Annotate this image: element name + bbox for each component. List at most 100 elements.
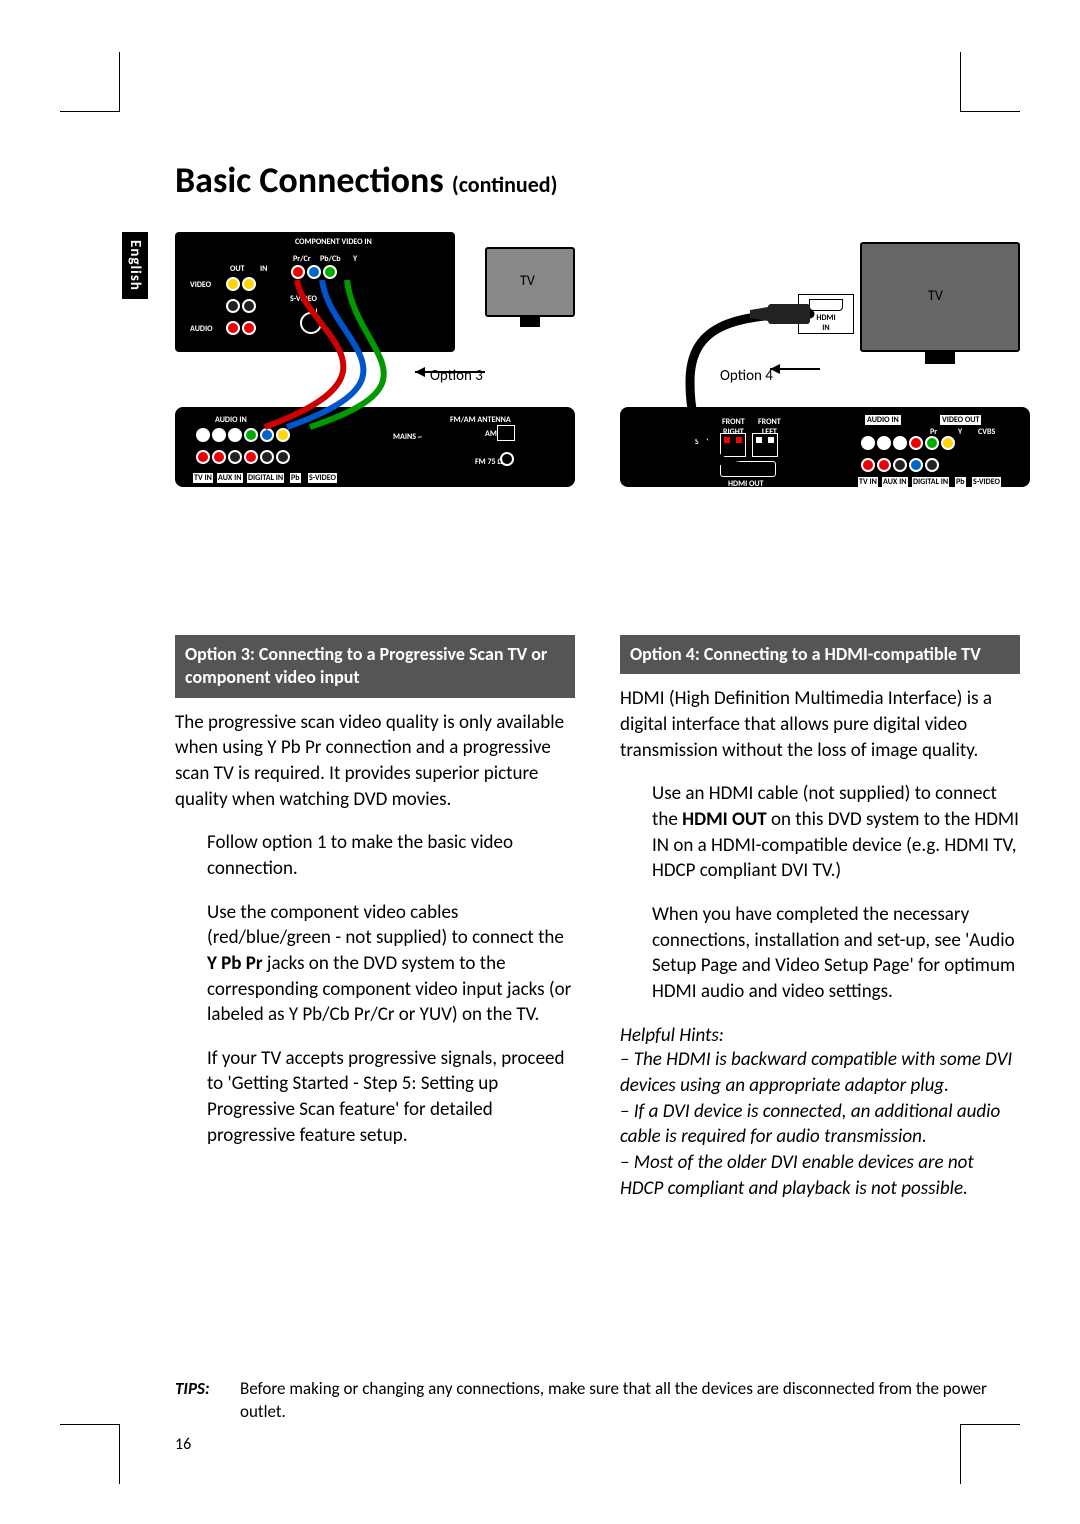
hint-3: – Most of the older DVI enable devices a… — [620, 1150, 1020, 1201]
step-3: If your TV accepts progressive signals, … — [175, 1046, 575, 1149]
jack-red-icon — [861, 458, 875, 472]
option-3-label: Option 3 — [430, 367, 483, 385]
jack-blue-icon — [909, 458, 923, 472]
svideo-jack-icon — [300, 312, 322, 334]
tips-label: TIPS: — [175, 1378, 240, 1424]
step-2-text: Use the component video cables (red/blue… — [207, 900, 575, 1028]
hdmi-in-port: HDMI IN — [798, 294, 854, 334]
option-3-header: Option 3: Connecting to a Progressive Sc… — [175, 635, 575, 698]
hdmi-slot-icon — [809, 299, 843, 311]
step-1r: Use an HDMI cable (not supplied) to conn… — [620, 781, 1020, 884]
option-4-label: Option 4 — [720, 367, 773, 385]
jack-red-icon — [291, 265, 305, 279]
jack-black-icon — [925, 458, 939, 472]
jack-blue-icon — [307, 265, 321, 279]
step-marker-icon — [175, 1046, 195, 1149]
label-svideo2: S-VIDEO — [308, 473, 337, 483]
jack-black-icon — [228, 450, 242, 464]
step-3-text: If your TV accepts progressive signals, … — [207, 1046, 575, 1149]
hdmi-out-port-icon — [720, 461, 776, 477]
label-pbcb: Pb/Cb — [320, 254, 341, 264]
hint-1: – The HDMI is backward compatible with s… — [620, 1047, 1020, 1098]
jack-icon — [893, 436, 907, 450]
speaker-terminal-icon — [752, 433, 778, 457]
jack-red-icon — [196, 450, 210, 464]
title-main: Basic Connections — [175, 158, 444, 202]
option-4-intro: HDMI (High Definition Multimedia Interfa… — [620, 686, 1020, 763]
label-hdmi-in: HDMI IN — [799, 313, 853, 333]
jack-red-icon — [877, 458, 891, 472]
label-digin: DIGITAL IN — [912, 477, 949, 487]
label-sub: SUB — [695, 437, 709, 447]
label-am: AM — [485, 429, 497, 439]
label-mains: MAINS ~ — [393, 432, 422, 442]
step-2r: When you have completed the necessary co… — [620, 902, 1020, 1005]
dvd-rear-panel: AUDIO IN FM/AM ANTENNA MAINS ~ AM FM 75 … — [175, 407, 575, 487]
label-svideo: S-VIDEO — [972, 477, 1001, 487]
step-2b: Y Pb Pr — [207, 952, 263, 975]
jack-red-icon — [244, 450, 258, 464]
jack-icon — [861, 436, 875, 450]
step-marker-icon — [620, 902, 640, 1005]
jack-icon — [877, 436, 891, 450]
label-cvbs: CVBS — [978, 427, 995, 437]
label-out: OUT — [230, 264, 245, 274]
jack-green-icon — [323, 265, 337, 279]
diagram-option-4: TV HDMI IN Option 4 FRONT RIGHT FRONT LE… — [620, 232, 1030, 492]
jack-red-icon — [242, 321, 256, 335]
label-audio-in: AUDIO IN — [215, 415, 247, 425]
hints-title: Helpful Hints: — [620, 1024, 1020, 1047]
label-y: Y — [353, 254, 357, 264]
option-3-intro: The progressive scan video quality is on… — [175, 710, 575, 813]
speaker-terminal-icon — [720, 433, 746, 457]
label-prcr: Pr/Cr — [293, 254, 311, 264]
jack-icon — [212, 428, 226, 442]
label-tvin: TV IN — [858, 477, 878, 487]
jack-icon — [196, 428, 210, 442]
crop-mark — [60, 1424, 120, 1484]
jack-yellow-icon — [941, 436, 955, 450]
crop-mark — [960, 52, 1020, 112]
label-component: COMPONENT VIDEO IN — [295, 237, 372, 247]
label-pb: Pb — [955, 477, 966, 487]
tv-stand-icon — [925, 352, 955, 364]
tv-label: TV — [520, 272, 535, 289]
label-hdmi-out: HDMI OUT — [728, 479, 764, 489]
label-in: IN — [260, 264, 267, 274]
label-auxin: AUX IN — [217, 473, 243, 483]
jack-icon — [228, 428, 242, 442]
tv-rear-panel: COMPONENT VIDEO IN Pr/Cr Pb/Cb Y OUT IN … — [175, 232, 455, 352]
option-4-header: Option 4: Connecting to a HDMI-compatibl… — [620, 635, 1020, 674]
jack-yellow-icon — [226, 277, 240, 291]
language-tab: English — [122, 232, 148, 299]
tips-row: TIPS: Before making or changing any conn… — [175, 1378, 1005, 1424]
jack-blue-icon — [260, 428, 274, 442]
am-jack-icon — [497, 425, 515, 441]
label-fmam: FM/AM ANTENNA — [450, 415, 511, 425]
label-digin: DIGITAL IN — [247, 473, 284, 483]
step-2: Use the component video cables (red/blue… — [175, 900, 575, 1028]
step-1: Follow option 1 to make the basic video … — [175, 830, 575, 881]
step-1rb: HDMI OUT — [682, 808, 767, 831]
label-tvin: TV IN — [193, 473, 213, 483]
crop-mark — [960, 1424, 1020, 1484]
tv-label: TV — [928, 287, 943, 304]
label-fm75: FM 75 Ω — [475, 457, 503, 467]
jack-green-icon — [244, 428, 258, 442]
diagram-option-3: COMPONENT VIDEO IN Pr/Cr Pb/Cb Y OUT IN … — [175, 232, 575, 492]
step-2a: Use the component video cables (red/blue… — [207, 901, 564, 950]
tips-text: Before making or changing any connection… — [240, 1378, 1005, 1424]
title-sub: (continued) — [452, 171, 558, 198]
jack-black-icon — [276, 450, 290, 464]
label-video: VIDEO — [190, 280, 211, 290]
hint-2: – If a DVI device is connected, an addit… — [620, 1099, 1020, 1150]
page-title: Basic Connections (continued) — [175, 158, 557, 202]
jack-black-icon — [242, 299, 256, 313]
crop-mark — [60, 52, 120, 112]
jack-black-icon — [226, 299, 240, 313]
page-number: 16 — [175, 1435, 191, 1454]
label-audio: AUDIO — [190, 324, 213, 334]
jack-red-icon — [226, 321, 240, 335]
step-marker-icon — [175, 830, 195, 881]
jack-red-icon — [212, 450, 226, 464]
